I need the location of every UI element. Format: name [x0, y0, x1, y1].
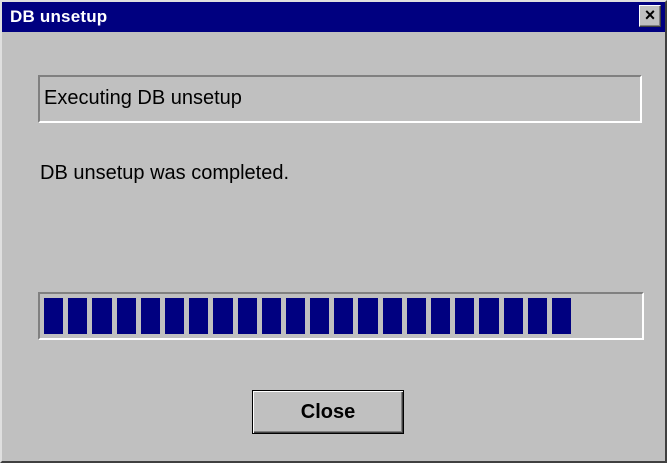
progress-block [310, 298, 330, 334]
progress-block [189, 298, 209, 334]
progress-block [527, 298, 547, 334]
progress-block [334, 298, 354, 334]
progress-block [406, 298, 426, 334]
progress-block [285, 298, 306, 334]
progress-block [551, 298, 572, 334]
dialog-window: DB unsetup × Executing DB unsetup DB uns… [0, 0, 667, 463]
progress-block [382, 298, 402, 334]
progress-block [237, 298, 257, 334]
window-title: DB unsetup [10, 7, 108, 26]
progress-block [479, 298, 499, 334]
progress-block [164, 298, 185, 334]
title-bar[interactable]: DB unsetup × [2, 2, 665, 32]
progress-block [213, 298, 233, 334]
progress-block [44, 298, 64, 334]
status-box: Executing DB unsetup [38, 75, 642, 123]
progress-block [503, 298, 523, 334]
progress-block [140, 298, 160, 334]
close-button-label: Close [300, 400, 356, 423]
progress-block [358, 298, 378, 334]
progress-block [261, 298, 281, 334]
progress-block [455, 298, 475, 334]
progress-block [116, 298, 136, 334]
completion-message: DB unsetup was completed. [40, 162, 290, 184]
progress-block [68, 298, 88, 334]
status-text: Executing DB unsetup [44, 87, 242, 109]
progress-block [431, 298, 451, 334]
close-icon[interactable]: × [639, 5, 661, 27]
progress-bar [38, 292, 644, 340]
progress-block [92, 298, 112, 334]
close-button[interactable]: Close [252, 390, 404, 434]
